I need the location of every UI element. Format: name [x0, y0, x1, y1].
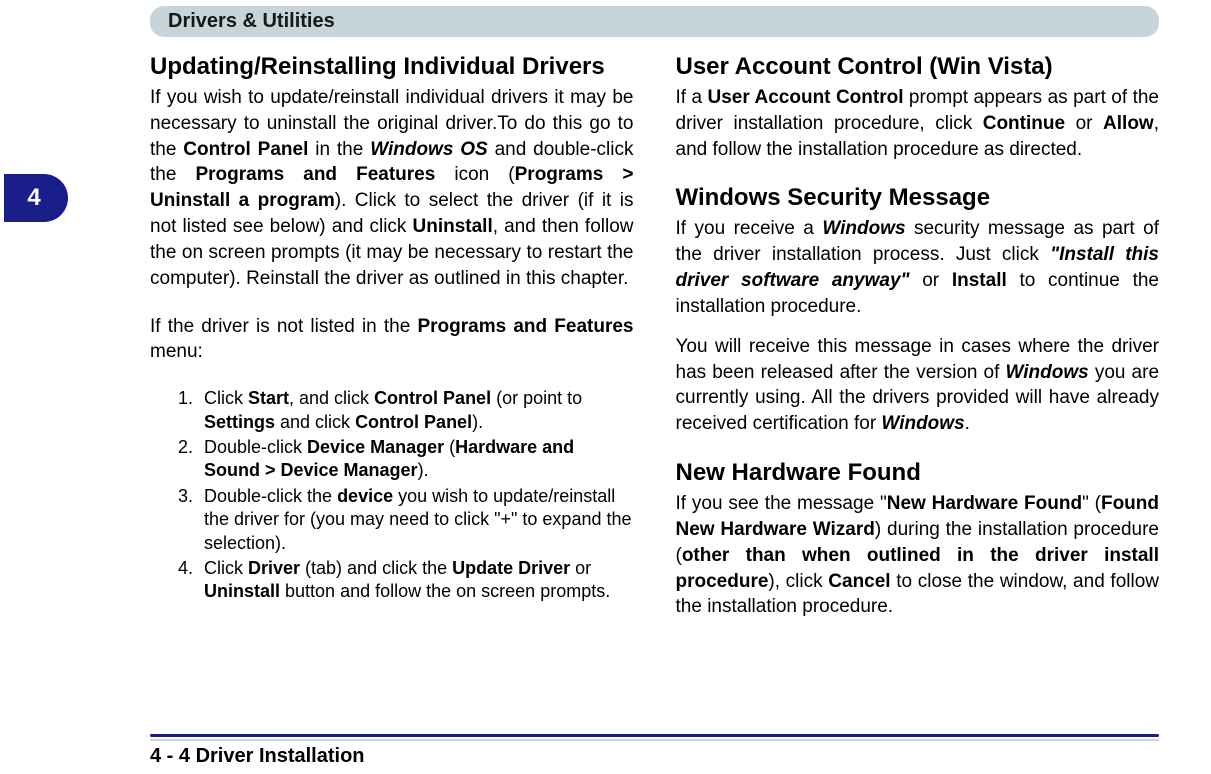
- left-paragraph-2: If the driver is not listed in the Progr…: [150, 314, 634, 366]
- right-heading-3: New Hardware Found: [676, 459, 1160, 487]
- right-paragraph-1: If a User Account Control prompt appears…: [676, 85, 1160, 162]
- left-column: Updating/Reinstalling Individual Drivers…: [150, 53, 634, 719]
- footer-divider-1: [150, 734, 1159, 737]
- list-item: Double-click the device you wish to upda…: [198, 485, 634, 555]
- footer-text: 4 - 4 Driver Installation: [150, 745, 1159, 768]
- right-paragraph-4: If you see the message "New Hardware Fou…: [676, 491, 1160, 620]
- right-heading-1: User Account Control (Win Vista): [676, 53, 1160, 81]
- page: Drivers & Utilities 4 Updating/Reinstall…: [0, 6, 1211, 774]
- footer: 4 - 4 Driver Installation: [150, 734, 1159, 768]
- left-heading-1: Updating/Reinstalling Individual Drivers: [150, 53, 634, 81]
- left-paragraph-1: If you wish to update/reinstall individu…: [150, 85, 634, 292]
- list-item: Click Driver (tab) and click the Update …: [198, 557, 634, 604]
- right-heading-2: Windows Security Message: [676, 184, 1160, 212]
- header-title: Drivers & Utilities: [168, 10, 335, 32]
- list-item: Double-click Device Manager (Hardware an…: [198, 436, 634, 483]
- right-paragraph-3: You will receive this message in cases w…: [676, 334, 1160, 437]
- chapter-number: 4: [27, 184, 40, 212]
- header-bar: Drivers & Utilities: [150, 6, 1159, 37]
- list-item: Click Start, and click Control Panel (or…: [198, 387, 634, 434]
- right-column: User Account Control (Win Vista) If a Us…: [676, 53, 1160, 719]
- content-columns: Updating/Reinstalling Individual Drivers…: [150, 53, 1159, 719]
- footer-divider-2: [150, 739, 1159, 741]
- chapter-tab: 4: [4, 174, 68, 222]
- steps-list: Click Start, and click Control Panel (or…: [198, 387, 634, 604]
- right-paragraph-2: If you receive a Windows security messag…: [676, 216, 1160, 319]
